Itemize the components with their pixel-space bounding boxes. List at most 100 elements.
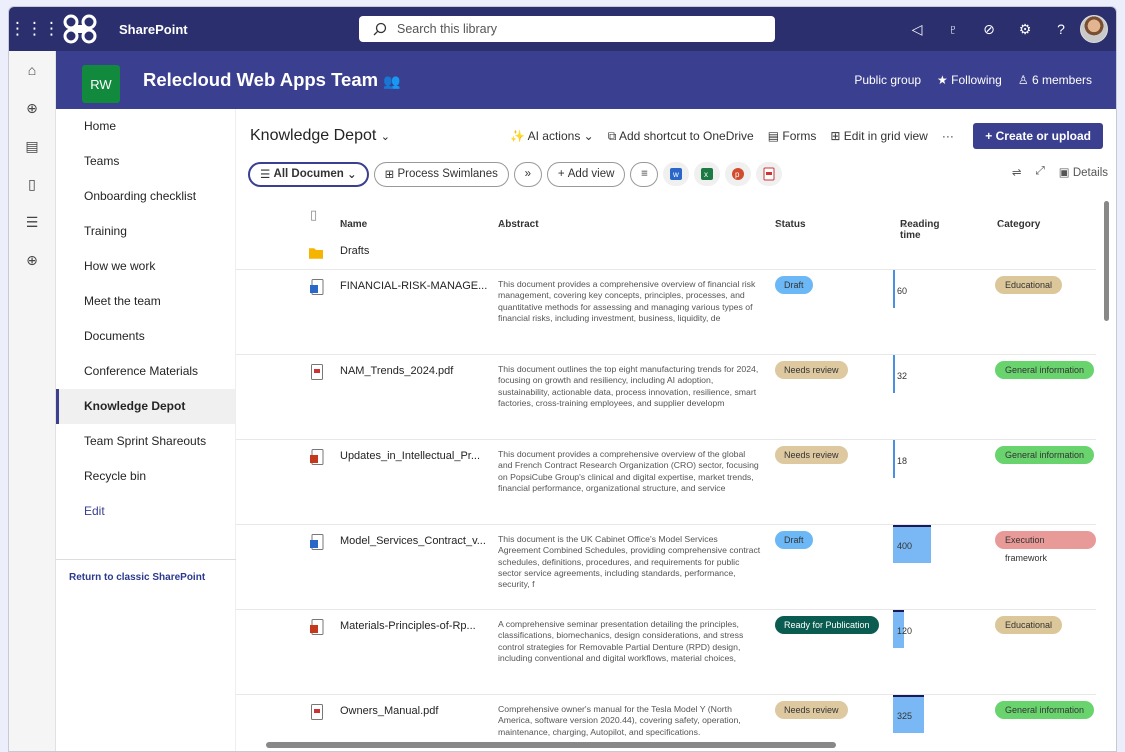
- category-badge[interactable]: General information: [995, 701, 1095, 719]
- nav-divider: [56, 559, 236, 560]
- file-name[interactable]: NAM_Trends_2024.pdf: [340, 365, 453, 377]
- category-badge[interactable]: General information: [995, 446, 1095, 464]
- file-name[interactable]: Updates_in_Intellectual_Pr...: [340, 450, 480, 462]
- pdf-file-icon: [310, 704, 324, 720]
- nav-item-documents[interactable]: Documents: [56, 319, 235, 354]
- status-badge[interactable]: Needs review: [775, 446, 848, 464]
- command-bar: Knowledge Depot ⌄ ✨ AI actions ⌄ ⧉ Add s…: [236, 121, 1116, 149]
- board-icon: ⊞: [384, 169, 395, 181]
- status-badge[interactable]: Needs review: [775, 701, 848, 719]
- person-icon: ♙: [1017, 73, 1029, 87]
- home-icon[interactable]: ⌂: [9, 51, 55, 89]
- folder-icon: [309, 248, 323, 259]
- category-badge[interactable]: Educational: [995, 276, 1063, 294]
- globe-icon[interactable]: ⊕: [9, 89, 55, 127]
- settings-icon[interactable]: ⚙: [1014, 21, 1036, 38]
- view-all-documents[interactable]: ☰ All Documen ⌄: [248, 161, 369, 187]
- sharepoint-logo-icon[interactable]: [63, 14, 97, 44]
- create-upload-button[interactable]: + Create or upload: [973, 123, 1103, 149]
- diagnostics-icon[interactable]: ⊘: [978, 21, 1000, 38]
- view-tools: ⇌ ⤢ ▣ Details: [1012, 165, 1108, 179]
- reading-time-value: 400: [897, 541, 913, 551]
- create-icon[interactable]: ⊕: [9, 241, 55, 279]
- members-button[interactable]: ♙ 6 members: [1018, 73, 1092, 87]
- nav-item-teams[interactable]: Teams: [56, 144, 235, 179]
- classic-sharepoint-link[interactable]: Return to classic SharePoint: [69, 572, 205, 583]
- ai-actions-button[interactable]: ✨ AI actions ⌄: [510, 129, 594, 144]
- nav-item-how-we-work[interactable]: How we work: [56, 249, 235, 284]
- table-row[interactable]: Materials-Principles-of-Rp... A comprehen…: [236, 610, 1096, 695]
- category-badge[interactable]: General information: [995, 361, 1095, 379]
- status-badge[interactable]: Needs review: [775, 361, 848, 379]
- sliders-icon[interactable]: ⇌: [1012, 165, 1022, 179]
- excel-filter-icon[interactable]: x: [694, 162, 721, 186]
- following-button[interactable]: ★ Following: [937, 73, 1002, 87]
- file-type-header-icon[interactable]: ▯: [310, 207, 317, 223]
- nav-item-training[interactable]: Training: [56, 214, 235, 249]
- add-shortcut-button[interactable]: ⧉ Add shortcut to OneDrive: [608, 129, 754, 144]
- forms-button[interactable]: ▤ Forms: [768, 129, 817, 144]
- nav-item-knowledge-depot[interactable]: Knowledge Depot: [56, 389, 235, 424]
- reading-time-bar: [893, 440, 895, 478]
- nav-item-onboarding[interactable]: Onboarding checklist: [56, 179, 235, 214]
- table-row[interactable]: NAM_Trends_2024.pdf This document outline…: [236, 355, 1096, 440]
- horizontal-scrollbar[interactable]: [266, 742, 836, 748]
- table-row[interactable]: FINANCIAL-RISK-MANAGE... This document pr…: [236, 270, 1096, 355]
- grid-view-button[interactable]: ⊞ Edit in grid view: [830, 129, 927, 144]
- category-badge[interactable]: Educational: [995, 616, 1063, 634]
- nav-item-conference[interactable]: Conference Materials: [56, 354, 235, 389]
- filter-icon[interactable]: ≡: [630, 161, 659, 187]
- table-row[interactable]: Model_Services_Contract_v... This documen…: [236, 525, 1096, 610]
- nav-item-sprint-shareouts[interactable]: Team Sprint Shareouts: [56, 424, 235, 459]
- abstract-text: This document provides a comprehensive o…: [498, 279, 756, 323]
- library-title[interactable]: Knowledge Depot ⌄: [250, 127, 390, 145]
- file-name[interactable]: Owners_Manual.pdf: [340, 705, 438, 717]
- svg-text:w: w: [672, 170, 679, 179]
- details-button[interactable]: ▣ Details: [1059, 165, 1108, 179]
- user-avatar[interactable]: [1080, 15, 1108, 43]
- view-process-swimlanes[interactable]: ⊞ Process Swimlanes: [373, 161, 509, 187]
- library-content: Knowledge Depot ⌄ ✨ AI actions ⌄ ⧉ Add s…: [236, 109, 1116, 751]
- table-row[interactable]: Updates_in_Intellectual_Pr... This docume…: [236, 440, 1096, 525]
- add-view-button[interactable]: + Add view: [546, 161, 626, 187]
- more-commands-button[interactable]: ···: [942, 129, 954, 144]
- category-badge[interactable]: Execution framework: [995, 531, 1096, 563]
- file-icon[interactable]: ▯: [9, 165, 55, 203]
- expand-icon[interactable]: ⤢: [1036, 165, 1045, 179]
- reading-time-value: 120: [897, 626, 913, 636]
- powerpoint-filter-icon[interactable]: p: [725, 162, 752, 186]
- nav-item-home[interactable]: Home: [56, 109, 235, 144]
- help-icon[interactable]: ?: [1050, 21, 1072, 37]
- share-icon[interactable]: ♇: [942, 21, 964, 37]
- nav-item-meet-team[interactable]: Meet the team: [56, 284, 235, 319]
- site-title[interactable]: Relecloud Web Apps Team 👥: [143, 69, 401, 91]
- megaphone-icon[interactable]: ◁: [906, 21, 928, 38]
- status-badge[interactable]: Draft: [775, 531, 813, 549]
- table-header: ▯ Name ⌄ Abstract ⌄ Status ⌄ Reading tim…: [310, 207, 1041, 241]
- privacy-label: Public group: [854, 73, 922, 87]
- vertical-scrollbar[interactable]: [1104, 201, 1109, 321]
- sparkle-icon: ✨: [510, 129, 525, 143]
- abstract-text: This document is the UK Cabinet Office's…: [498, 534, 761, 590]
- app-launcher-icon[interactable]: ⋮⋮⋮: [9, 19, 60, 39]
- word-filter-icon[interactable]: w: [663, 162, 690, 186]
- news-icon[interactable]: ▤: [9, 127, 55, 165]
- app-name[interactable]: SharePoint: [119, 22, 188, 37]
- pdf-filter-icon[interactable]: [756, 162, 783, 186]
- status-badge[interactable]: Ready for Publication: [775, 616, 879, 634]
- nav-item-recycle-bin[interactable]: Recycle bin: [56, 459, 235, 494]
- more-views-button[interactable]: »: [513, 161, 542, 187]
- forms-icon: ▤: [767, 129, 780, 143]
- svg-text:p: p: [735, 170, 740, 179]
- folder-row[interactable]: Drafts: [236, 235, 1096, 270]
- file-name[interactable]: Model_Services_Contract_v...: [340, 535, 486, 547]
- nav-edit-link[interactable]: Edit: [56, 494, 235, 529]
- site-logo[interactable]: RW: [82, 65, 120, 103]
- file-name[interactable]: FINANCIAL-RISK-MANAGE...: [340, 280, 487, 292]
- status-badge[interactable]: Draft: [775, 276, 813, 294]
- file-name[interactable]: Materials-Principles-of-Rp...: [340, 620, 476, 632]
- abstract-text: Comprehensive owner's manual for the Tes…: [498, 704, 741, 737]
- search-box[interactable]: Search this library: [359, 16, 775, 42]
- lists-icon[interactable]: ☰: [9, 203, 55, 241]
- star-icon: ★: [937, 73, 948, 87]
